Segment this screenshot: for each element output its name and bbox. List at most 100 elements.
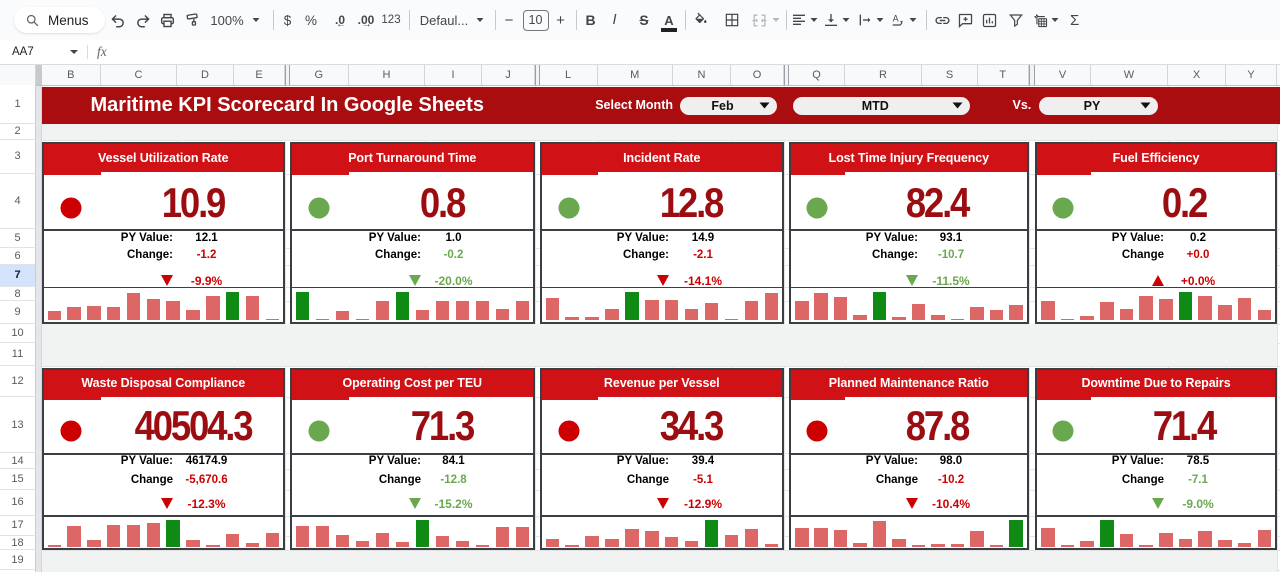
change-arrow-icon (657, 497, 669, 509)
print-button[interactable] (157, 0, 179, 40)
change-arrow-icon (409, 497, 421, 509)
filter-button[interactable] (1005, 0, 1027, 40)
column-header-V[interactable]: V (1035, 64, 1091, 85)
period-dropdown-caret-icon (952, 102, 963, 109)
column-header-G[interactable]: G (290, 64, 349, 85)
horizontal-align-caret-icon[interactable] (808, 0, 820, 40)
sparkline-bar (585, 535, 599, 547)
zoom-caret-icon[interactable] (250, 0, 262, 40)
fill-color-button[interactable] (690, 0, 712, 40)
merge-caret-icon[interactable] (770, 0, 782, 40)
insert-chart-button[interactable] (979, 0, 1001, 40)
column-header-Q[interactable]: Q (789, 64, 845, 85)
row-header-4[interactable]: 4 (0, 173, 36, 229)
row-header-17[interactable]: 17 (0, 515, 36, 536)
kpi-value: 34.3 (659, 401, 725, 449)
text-wrap-button[interactable] (854, 0, 876, 40)
column-header-M[interactable]: M (598, 64, 673, 85)
column-header-B[interactable]: B (42, 64, 101, 85)
row-header-13[interactable]: 13 (0, 397, 36, 453)
sparkline-bar (565, 545, 579, 547)
column-header-H[interactable]: H (349, 64, 425, 85)
month-dropdown[interactable]: Feb (680, 96, 777, 115)
sparkline-bar (87, 539, 101, 547)
column-header-T[interactable]: T (978, 64, 1029, 85)
row-header-3[interactable]: 3 (0, 140, 36, 174)
py-value-label: PY Value: (1111, 455, 1164, 468)
text-color-button[interactable]: A (658, 0, 680, 40)
sparkline-bar (146, 298, 161, 320)
font-caret-icon[interactable] (474, 0, 486, 40)
row-header-9[interactable]: 9 (0, 301, 36, 324)
zoom-select[interactable]: 100% (205, 0, 249, 40)
font-select[interactable]: Defaul... (420, 0, 468, 40)
row-header-6[interactable]: 6 (0, 247, 36, 265)
row-header-10[interactable]: 10 (0, 323, 36, 343)
card-section-divider (541, 228, 782, 231)
select-all-corner[interactable] (0, 64, 36, 85)
insert-link-button[interactable] (932, 0, 954, 40)
row-header-8[interactable]: 8 (0, 287, 36, 301)
kpi-card-title-tab (791, 171, 845, 175)
borders-button[interactable] (721, 0, 743, 40)
kpi-value: 82.4 (905, 179, 971, 226)
row-header-14[interactable]: 14 (0, 453, 36, 469)
period-dropdown[interactable]: MTD (792, 96, 970, 115)
column-header-C[interactable]: C (101, 64, 177, 85)
paint-format-button[interactable] (181, 0, 203, 40)
redo-button[interactable] (132, 0, 154, 40)
decrease-decimals-button[interactable]: .0 ← (326, 0, 354, 40)
horizontal-align-button[interactable] (788, 0, 810, 40)
column-header-R[interactable]: R (845, 64, 922, 85)
row-header-7[interactable]: 7 (0, 264, 36, 287)
sparkline-bar (1100, 520, 1114, 547)
row-header-11[interactable]: 11 (0, 343, 36, 366)
row-header-5[interactable]: 5 (0, 229, 36, 248)
sheet-grid[interactable]: Maritime KPI Scorecard In Google Sheets … (36, 85, 1280, 572)
table-views-button[interactable] (1029, 0, 1051, 40)
insert-comment-button[interactable] (955, 0, 977, 40)
name-box-caret-icon[interactable] (69, 49, 79, 55)
column-header-N[interactable]: N (673, 64, 731, 85)
sparkline-bar (764, 543, 778, 547)
row-header-2[interactable]: 2 (0, 123, 36, 140)
text-rotation-caret-icon[interactable] (907, 0, 919, 40)
text-wrap-caret-icon[interactable] (874, 0, 886, 40)
row-header-15[interactable]: 15 (0, 469, 36, 490)
column-header-X[interactable]: X (1168, 64, 1226, 85)
column-header-L[interactable]: L (540, 64, 598, 85)
column-header-D[interactable]: D (177, 64, 234, 85)
comparison-dropdown[interactable]: PY (1038, 96, 1158, 115)
kpi-card-1: Vessel Utilization Rate 10.9 PY Value: 12.1… (41, 141, 285, 324)
row-header-12[interactable]: 12 (0, 366, 36, 397)
undo-button[interactable] (107, 0, 129, 40)
merge-cells-button[interactable] (748, 0, 770, 40)
month-dropdown-value: Feb (711, 98, 734, 113)
column-header-J[interactable]: J (482, 64, 535, 85)
row-header-1[interactable]: 1 (0, 85, 36, 124)
sparkline-bar (1257, 310, 1271, 320)
kpi-card-9: Planned Maintenance Ratio 87.8 PY Value: 98… (789, 367, 1029, 550)
column-header-E[interactable]: E (234, 64, 285, 85)
change-value: -0.2 (443, 249, 464, 261)
sparkline-bar (265, 318, 279, 320)
row-header-16[interactable]: 16 (0, 489, 36, 516)
sparkline-bar (67, 526, 81, 547)
vertical-align-caret-icon[interactable] (840, 0, 852, 40)
column-header-O[interactable]: O (731, 64, 784, 85)
sparkline-bar (911, 303, 926, 320)
name-box[interactable]: AA7 (12, 40, 34, 63)
sparkline-bar (47, 545, 61, 547)
column-header-I[interactable]: I (425, 64, 482, 85)
number-format-button[interactable]: 123 (369, 0, 413, 40)
row-header-19[interactable]: 19 (0, 550, 36, 570)
change-label: Change: (127, 249, 173, 261)
column-header-Y[interactable]: Y (1226, 64, 1277, 85)
toolbar: Menus 100% $% .0 ← .00 → 123 Defaul... −10 + B I S A A Σ (0, 0, 1280, 40)
menus-search-button[interactable]: Menus (14, 7, 105, 33)
vertical-align-button[interactable] (820, 0, 842, 40)
functions-button[interactable]: Σ (1053, 0, 1097, 40)
column-header-S[interactable]: S (922, 64, 978, 85)
column-header-W[interactable]: W (1091, 64, 1168, 85)
row-header-18[interactable]: 18 (0, 536, 36, 550)
